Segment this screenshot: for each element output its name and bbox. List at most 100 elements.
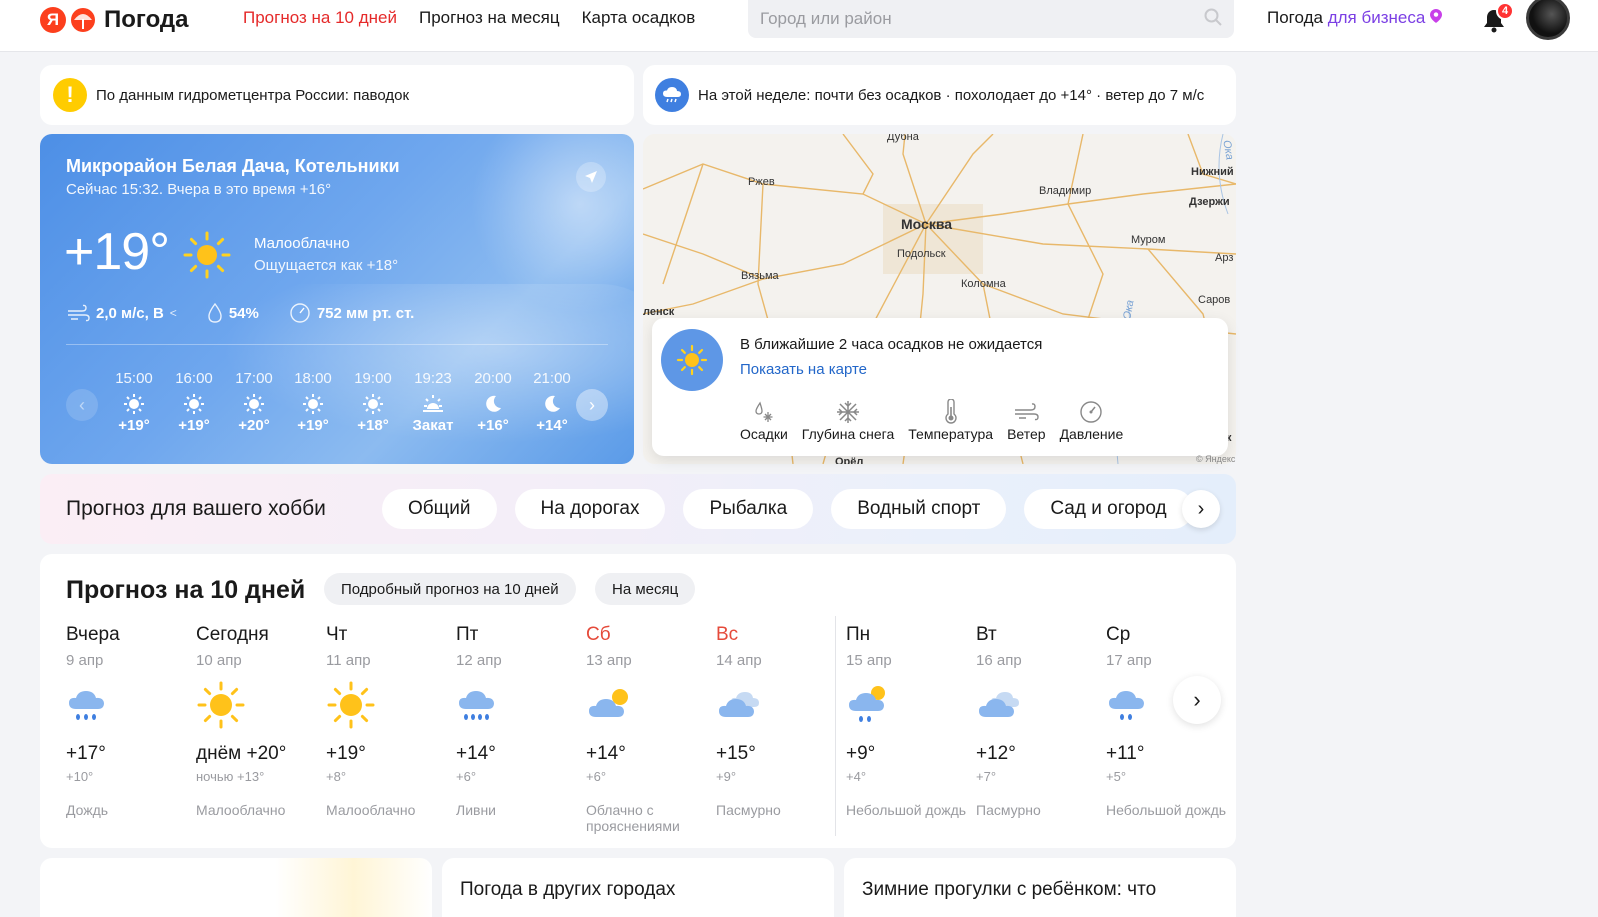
- day-condition: Небольшой дождь: [1106, 802, 1227, 818]
- current-time-line: Сейчас 15:32. Вчера в это время +16°: [66, 181, 332, 198]
- hour-item: 18:00 +19°: [283, 370, 343, 434]
- day-date: 15 апр: [846, 652, 892, 669]
- day-name: Сб: [586, 624, 611, 645]
- day-name: Сегодня: [196, 624, 269, 645]
- business-link[interactable]: Погода для бизнеса: [1267, 8, 1443, 28]
- day-date: 12 апр: [456, 652, 502, 669]
- geolocation-button[interactable]: [576, 162, 606, 192]
- logo[interactable]: Я Погода: [40, 6, 189, 34]
- map-city-label: Арз: [1215, 252, 1234, 264]
- day-card[interactable]: Сегодня 10 апр днём +20° ночью +13° Мало…: [196, 624, 318, 818]
- hourly-next-button[interactable]: ›: [576, 389, 608, 421]
- day-card[interactable]: Ср 17 апр +11° +5° Небольшой дождь: [1106, 624, 1228, 818]
- hour-item: 20:00 +16°: [463, 370, 523, 434]
- detailed-forecast-button[interactable]: Подробный прогноз на 10 дней: [324, 573, 576, 605]
- sun-icon: [182, 230, 232, 285]
- hourly-prev-button[interactable]: ‹: [66, 389, 98, 421]
- night-temp: +6°: [586, 769, 607, 784]
- night-temp: +9°: [716, 769, 737, 784]
- notifications-badge: 4: [1496, 2, 1514, 20]
- chip-garden[interactable]: Сад и огород: [1024, 489, 1193, 529]
- hour-temp: +20°: [238, 417, 270, 434]
- location-title: Микрорайон Белая Дача, Котельники: [66, 156, 400, 176]
- hour-time: 15:00: [115, 370, 153, 387]
- day-temp: +19°: [326, 743, 366, 764]
- heavy-rain-icon: [456, 675, 578, 735]
- hour-time: 19:23: [414, 370, 452, 387]
- article-title: Зимние прогулки с ребёнком: что: [862, 879, 1157, 900]
- day-card[interactable]: Вс 14 апр +15° +9° Пасмурно: [716, 624, 838, 818]
- map-city-label: Коломна: [961, 278, 1006, 290]
- day-temp: +17°: [66, 743, 106, 764]
- article-card[interactable]: Зимние прогулки с ребёнком: что: [844, 858, 1236, 917]
- map-city-label: Орёл: [835, 456, 864, 464]
- chevron-right-icon[interactable]: ›: [1173, 676, 1221, 724]
- hour-temp: +14°: [536, 417, 568, 434]
- layer-pressure[interactable]: Давление: [1060, 398, 1123, 442]
- flood-alert-text: По данным гидрометцентра России: паводок: [96, 86, 410, 104]
- day-card[interactable]: Вт 16 апр +12° +7° Пасмурно: [976, 624, 1098, 818]
- day-name: Чт: [326, 624, 348, 645]
- night-temp: +8°: [326, 769, 347, 784]
- flood-alert[interactable]: ! По данным гидрометцентра России: павод…: [40, 65, 634, 125]
- day-date: 13 апр: [586, 652, 632, 669]
- chevron-right-icon[interactable]: ›: [1182, 490, 1220, 528]
- nav-month[interactable]: Прогноз на месяц: [419, 8, 560, 28]
- rain-cloud-icon: [655, 78, 689, 112]
- sun-icon: [196, 675, 318, 735]
- day-card[interactable]: Вчера 9 апр +17° +10° Дождь: [66, 624, 188, 818]
- chip-water-sports[interactable]: Водный спорт: [831, 489, 1007, 529]
- month-forecast-button[interactable]: На месяц: [595, 573, 696, 605]
- promo-card[interactable]: [40, 858, 432, 917]
- day-card[interactable]: Пт 12 апр +14° +6° Ливни: [456, 624, 578, 818]
- avatar[interactable]: [1526, 0, 1570, 40]
- week-divider: [835, 616, 836, 836]
- hour-time: 20:00: [474, 370, 512, 387]
- day-date: 10 апр: [196, 652, 242, 669]
- chip-fishing[interactable]: Рыбалка: [683, 489, 814, 529]
- layer-label: Осадки: [740, 426, 788, 442]
- day-temp: +14°: [586, 743, 626, 764]
- day-temp: +11°: [1106, 743, 1145, 764]
- day-condition: Дождь: [66, 802, 109, 818]
- sun-icon: [326, 675, 448, 735]
- hour-time: 21:00: [533, 370, 571, 387]
- hour-time: 17:00: [235, 370, 273, 387]
- overcast-icon: [976, 675, 1098, 735]
- day-name: Пн: [846, 624, 871, 645]
- day-name: Вт: [976, 624, 997, 645]
- notifications-button[interactable]: 4: [1482, 2, 1514, 34]
- nav-10-days[interactable]: Прогноз на 10 дней: [243, 8, 397, 28]
- map-city-label: Ржев: [748, 176, 775, 188]
- chip-roads[interactable]: На дорогах: [514, 489, 666, 529]
- hour-temp: Закат: [412, 417, 454, 434]
- layer-snow-depth[interactable]: Глубина снега: [802, 398, 894, 442]
- hour-temp: +18°: [357, 417, 389, 434]
- hour-time: 19:00: [354, 370, 392, 387]
- search-input[interactable]: [760, 9, 1204, 29]
- hour-temp: +16°: [477, 417, 509, 434]
- map-copyright: © Яндекс: [1196, 454, 1236, 464]
- day-card[interactable]: Пн 15 апр +9° +4° Небольшой дождь: [846, 624, 968, 818]
- week-summary-alert[interactable]: На этой неделе: почти без осадков · похо…: [643, 65, 1236, 125]
- other-cities-card[interactable]: Погода в других городах: [442, 858, 834, 917]
- nav-precip-map[interactable]: Карта осадков: [582, 8, 696, 28]
- show-on-map-link[interactable]: Показать на карте: [740, 361, 867, 378]
- layer-precipitation[interactable]: Осадки: [740, 398, 788, 442]
- location-pin-icon: [1430, 8, 1443, 27]
- wind-icon: [68, 304, 90, 322]
- warning-icon: !: [53, 78, 87, 112]
- overcast-icon: [716, 675, 838, 735]
- search-box: [748, 0, 1234, 38]
- day-date: 16 апр: [976, 652, 1022, 669]
- day-card[interactable]: Сб 13 апр +14° +6° Облачно с прояснениям…: [586, 624, 708, 834]
- layer-temperature[interactable]: Температура: [908, 398, 993, 442]
- night-temp: +5°: [1106, 769, 1127, 784]
- layer-wind[interactable]: Ветер: [1007, 398, 1046, 442]
- search-icon[interactable]: [1204, 8, 1222, 31]
- chip-general[interactable]: Общий: [382, 489, 497, 529]
- day-condition: Малооблачно: [196, 802, 286, 818]
- day-card[interactable]: Чт 11 апр +19° +8° Малооблачно: [326, 624, 448, 818]
- hour-item: 16:00 +19°: [164, 370, 224, 434]
- hour-item: 17:00 +20°: [224, 370, 284, 434]
